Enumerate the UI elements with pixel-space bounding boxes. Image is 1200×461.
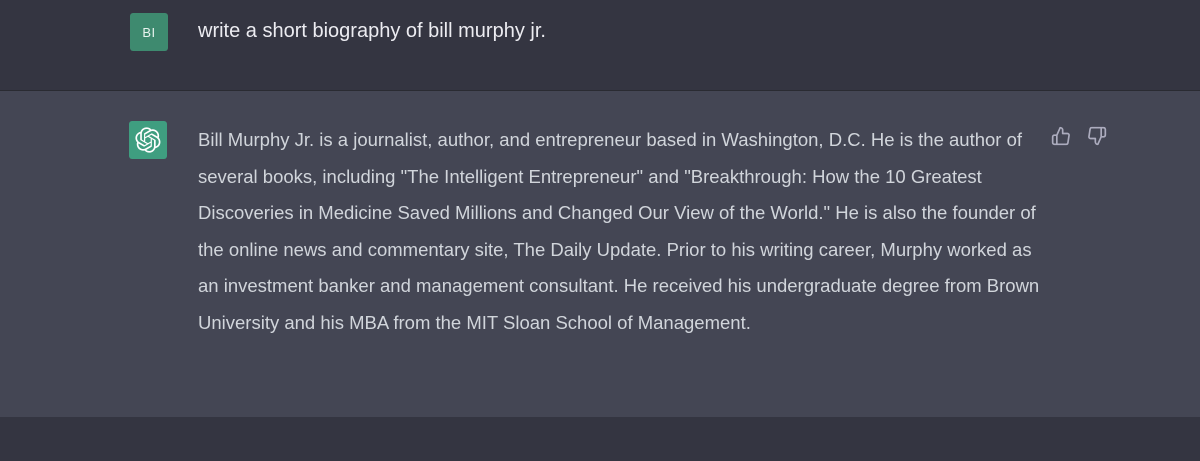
thumbs-down-icon xyxy=(1088,126,1107,146)
feedback-buttons xyxy=(1050,125,1108,147)
chat-page: BI write a short biography of bill murph… xyxy=(0,0,1200,461)
thumbs-up-icon xyxy=(1051,126,1070,146)
bottom-area xyxy=(0,417,1200,461)
assistant-avatar xyxy=(129,121,167,159)
user-message-row: BI write a short biography of bill murph… xyxy=(0,0,1200,91)
user-message-text: write a short biography of bill murphy j… xyxy=(198,20,546,42)
thumbs-down-button[interactable] xyxy=(1086,125,1108,147)
assistant-message-text: Bill Murphy Jr. is a journalist, author,… xyxy=(198,129,1040,333)
assistant-message-row: Bill Murphy Jr. is a journalist, author,… xyxy=(0,91,1200,417)
openai-logo-icon xyxy=(135,127,161,153)
thumbs-up-button[interactable] xyxy=(1050,125,1072,147)
user-avatar: BI xyxy=(130,13,168,51)
